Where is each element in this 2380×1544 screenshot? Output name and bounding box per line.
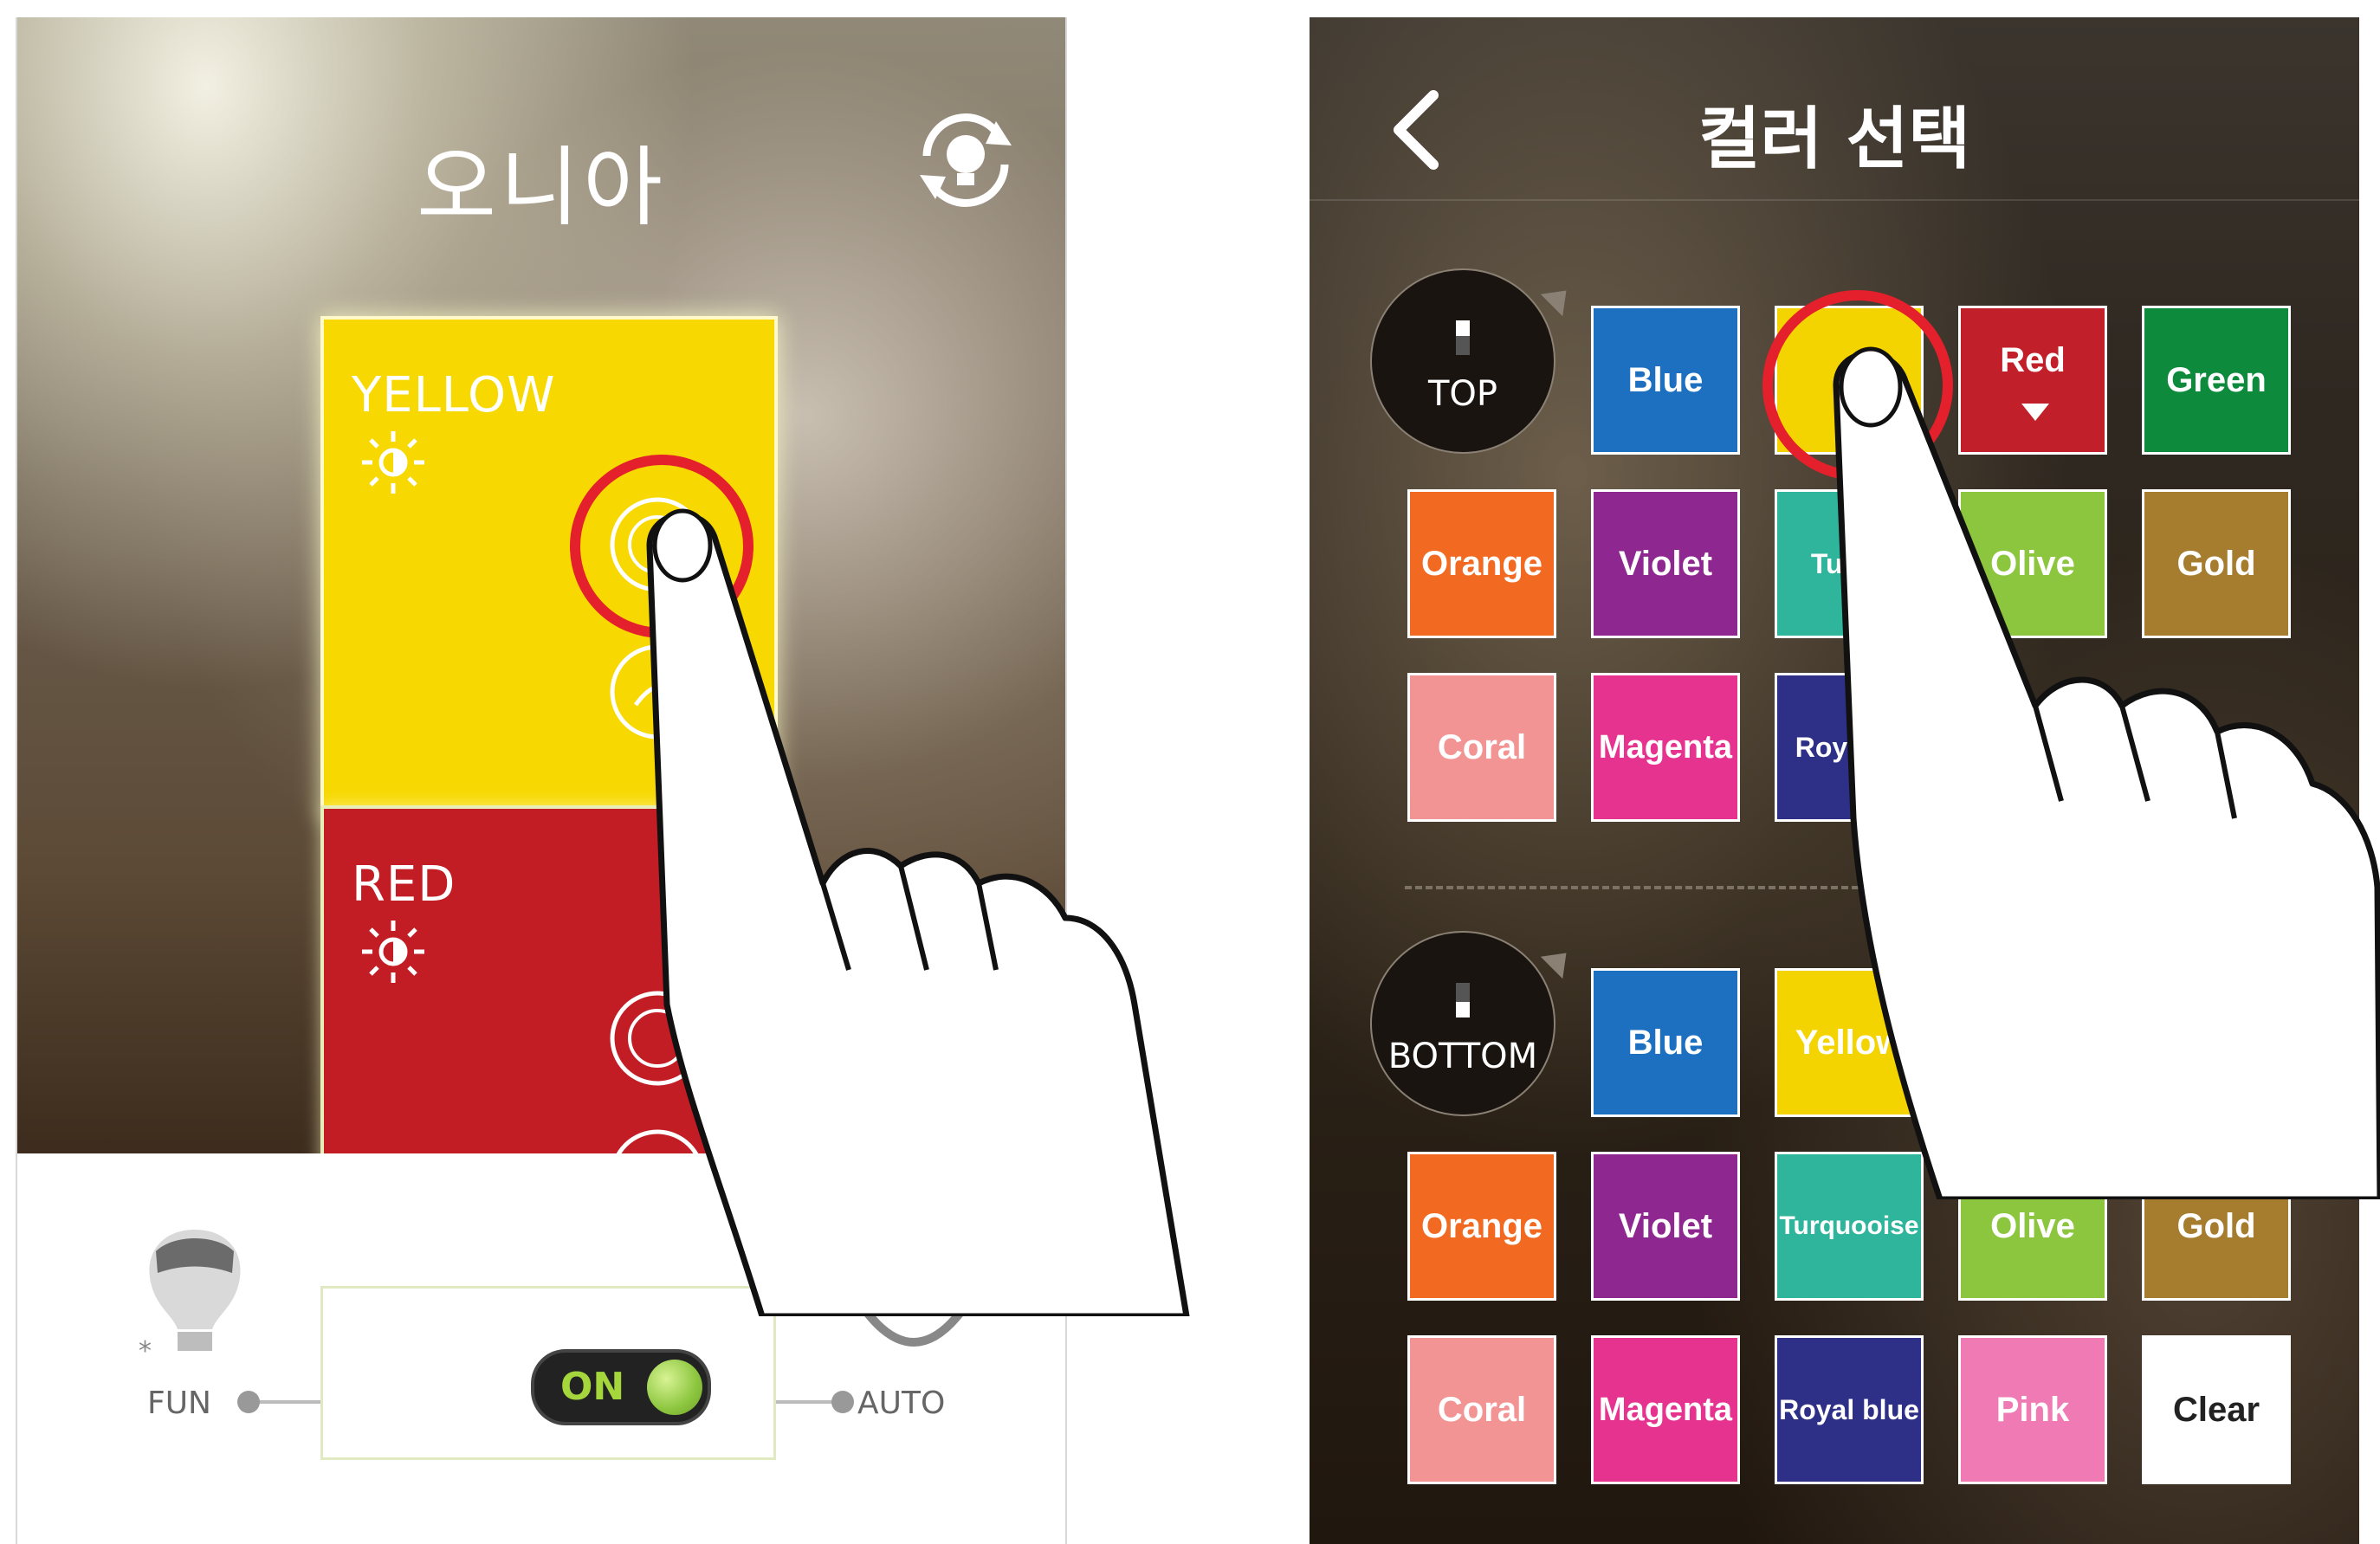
color-swatch[interactable]: Orange (1407, 1152, 1556, 1301)
screen-title: 오니아 (417, 137, 666, 238)
power-toggle[interactable]: ON (531, 1349, 711, 1425)
brightness-icon (362, 431, 424, 494)
lamp-level-icon (1456, 983, 1470, 1017)
section-label-text: TOP (1427, 374, 1498, 414)
color-swatch[interactable]: Royal bl (1775, 673, 1924, 822)
color-swatch[interactable]: Yellow (1775, 968, 1924, 1117)
selected-indicator-icon (2021, 404, 2049, 421)
mode-label-auto: AUTO (857, 1386, 946, 1421)
color-swatch[interactable]: Violet (1591, 1152, 1740, 1301)
color-swatch[interactable]: Green (2142, 306, 2291, 455)
color-swatch[interactable]: Olive (1958, 489, 2107, 638)
bubble-tail (1540, 941, 1578, 979)
section-label-text: BOTTOM (1387, 1037, 1538, 1076)
color-swatch[interactable]: Blue (1591, 968, 1740, 1117)
color-swatch[interactable]: Gold (2142, 489, 2291, 638)
color-swatch[interactable]: Pink (1958, 1335, 2107, 1484)
refresh-bulb-icon[interactable] (909, 104, 1022, 216)
toggle-state-label: ON (560, 1365, 625, 1409)
selection-ring (1762, 290, 1953, 481)
scene-icon[interactable] (605, 640, 709, 744)
color-swatch[interactable]: Coral (1407, 1335, 1556, 1484)
card-label-yellow: YELLOW (352, 367, 556, 423)
mode-dot-fun[interactable] (237, 1391, 260, 1413)
color-swatch[interactable]: Turquooise (1775, 1152, 1924, 1301)
card-label-red: RED (352, 856, 456, 913)
color-swatch[interactable]: Royal blue (1775, 1335, 1924, 1484)
power-toggle-box: ON (320, 1286, 776, 1460)
mode-dot-auto[interactable] (831, 1391, 854, 1413)
color-swatch[interactable]: Clear (2142, 1335, 2291, 1484)
color-swatch[interactable]: Gold (2142, 1152, 2291, 1301)
color-swatch[interactable]: Violet (1591, 489, 1740, 638)
color-swatch[interactable]: Blue (1591, 306, 1740, 455)
color-swatch[interactable]: Magenta (1591, 673, 1740, 822)
selection-ring (570, 455, 753, 638)
bubble-tail (1540, 279, 1578, 317)
color-swatch[interactable]: Coral (1407, 673, 1556, 822)
light-control-screen: 오니아 YELLOW RED * FUN AUTO ON (16, 17, 1067, 1544)
brightness-icon (362, 921, 424, 983)
section-label-top: TOP (1370, 268, 1578, 454)
lamp-level-icon (1456, 320, 1470, 355)
fun-bulb-icon[interactable]: * (130, 1221, 260, 1377)
screen-title: 컬러 선택 (1698, 100, 1971, 178)
color-select-screen: 컬러 선택 TOP BOTTOM Blue Y Red Green Orange… (1310, 17, 2359, 1544)
color-swatch[interactable]: Red (1958, 306, 2107, 455)
color-select-icon[interactable] (605, 986, 709, 1090)
color-swatch[interactable]: Olive (1958, 1152, 2107, 1301)
light-card-yellow[interactable]: YELLOW (320, 316, 778, 817)
color-swatch[interactable]: Turqu (1775, 489, 1924, 638)
auto-bulb-icon[interactable] (849, 1282, 979, 1377)
section-label-bottom: BOTTOM (1370, 931, 1578, 1116)
svg-text:*: * (139, 1336, 152, 1366)
color-swatch[interactable]: Magenta (1591, 1335, 1740, 1484)
toggle-knob[interactable] (647, 1360, 702, 1415)
mode-label-fun: FUN (147, 1386, 211, 1421)
section-divider (1405, 886, 2306, 889)
color-swatch[interactable]: Orange (1407, 489, 1556, 638)
